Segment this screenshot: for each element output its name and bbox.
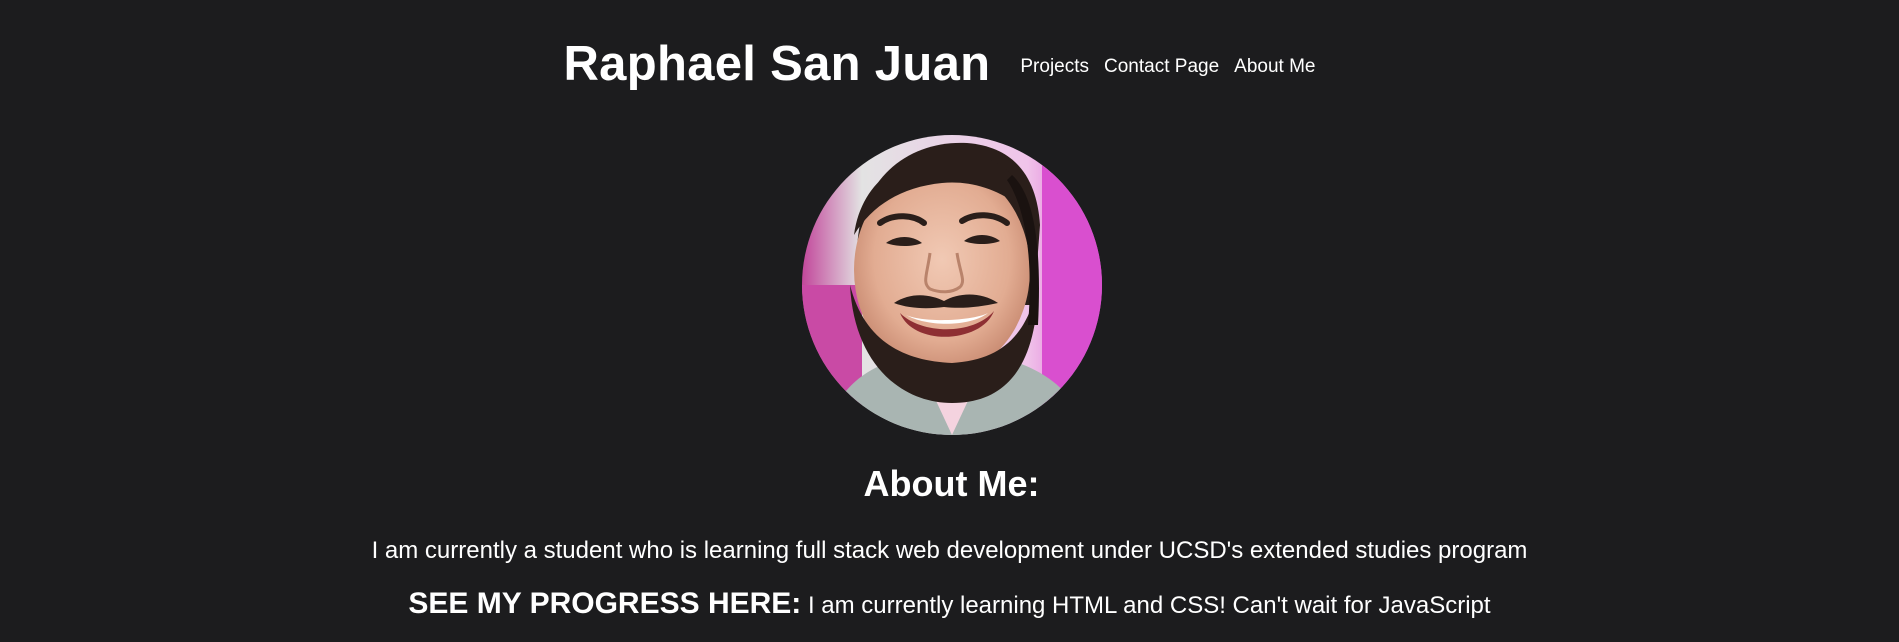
profile-photo-illustration	[802, 135, 1102, 435]
site-header: Raphael San Juan Projects Contact Page A…	[0, 0, 1899, 130]
profile-photo	[802, 135, 1102, 435]
nav-link-contact[interactable]: Contact Page	[1104, 56, 1219, 78]
main-nav: Projects Contact Page About Me	[1020, 56, 1330, 86]
about-heading: About Me:	[863, 463, 1040, 504]
page: Raphael San Juan Projects Contact Page A…	[0, 0, 1899, 642]
about-description: I am currently a student who is learning…	[371, 537, 1528, 564]
progress-line: SEE MY PROGRESS HERE: I am currently lea…	[0, 587, 1899, 621]
nav-link-projects[interactable]: Projects	[1020, 56, 1089, 78]
site-title: Raphael San Juan	[563, 37, 991, 91]
header-inner: Raphael San Juan Projects Contact Page A…	[564, 36, 1331, 92]
nav-link-about[interactable]: About Me	[1234, 56, 1315, 78]
progress-label: SEE MY PROGRESS HERE:	[408, 587, 802, 620]
progress-text: I am currently learning HTML and CSS! Ca…	[801, 592, 1491, 619]
